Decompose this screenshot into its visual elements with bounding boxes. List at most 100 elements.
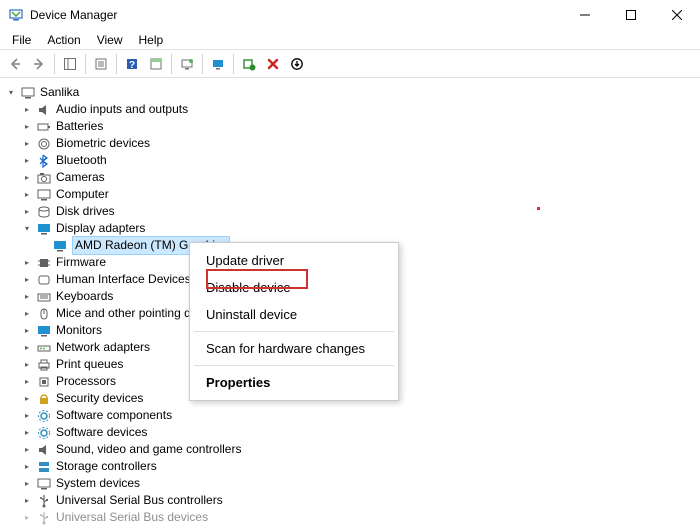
tree-category-3[interactable]: ▸Bluetooth [4,152,696,169]
expand-collapse-icon[interactable]: ▸ [20,443,34,457]
menu-help[interactable]: Help [131,31,172,49]
context-menu-item-6[interactable]: Properties [190,369,398,396]
expand-collapse-icon[interactable]: ▸ [20,171,34,185]
tree-item-label: Disk drives [56,203,115,220]
tree-category-1[interactable]: ▸ Batteries [4,118,696,135]
gear-icon [36,425,52,441]
show-hide-tree-button[interactable] [59,53,81,75]
maximize-button[interactable] [608,0,654,30]
update-driver-button[interactable] [207,53,229,75]
disable-button[interactable] [262,53,284,75]
scan-hardware-button[interactable] [176,53,198,75]
context-menu-separator [194,365,394,366]
expand-collapse-icon[interactable]: ▸ [20,137,34,151]
svg-text:?: ? [129,60,135,71]
tree-category-22[interactable]: ▸Universal Serial Bus controllers [4,492,696,509]
tree-category-19[interactable]: ▸ Sound, video and game controllers [4,441,696,458]
window-title: Device Manager [30,8,562,22]
tree-item-label: Computer [56,186,109,203]
tree-category-23[interactable]: ▸ Universal Serial Bus devices [4,509,696,526]
properties-button[interactable] [90,53,112,75]
expand-collapse-icon[interactable]: ▸ [20,324,34,338]
printer-icon [36,357,52,373]
expand-collapse-icon[interactable]: ▸ [20,154,34,168]
expand-collapse-icon[interactable]: ▸ [20,494,34,508]
close-button[interactable] [654,0,700,30]
tree-item-label: Sound, video and game controllers [56,441,241,458]
annotation-dot [537,207,540,210]
expand-collapse-icon[interactable]: ▾ [20,222,34,236]
back-button[interactable] [4,53,26,75]
tree-item-label: Audio inputs and outputs [56,101,188,118]
tree-item-label: Batteries [56,118,103,135]
tree-item-label: Monitors [56,322,102,339]
tree-category-18[interactable]: ▸ Software devices [4,424,696,441]
forward-button[interactable] [28,53,50,75]
usb-icon [36,510,52,526]
tree-category-0[interactable]: ▸ Audio inputs and outputs [4,101,696,118]
enable-button[interactable] [286,53,308,75]
context-menu-separator [194,331,394,332]
tree-item-label: Keyboards [56,288,113,305]
tree-item-label: Software devices [56,424,147,441]
tree-item-label: Sanlika [40,84,79,101]
expand-collapse-icon[interactable]: ▸ [20,307,34,321]
tree-category-21[interactable]: ▸System devices [4,475,696,492]
menu-file[interactable]: File [4,31,39,49]
expand-collapse-icon[interactable]: ▸ [20,426,34,440]
hid-icon [36,272,52,288]
tree-root[interactable]: ▾ Sanlika [4,84,696,101]
view-button[interactable] [145,53,167,75]
tree-category-20[interactable]: ▸Storage controllers [4,458,696,475]
expand-collapse-icon[interactable]: ▸ [20,256,34,270]
menu-view[interactable]: View [89,31,131,49]
context-menu-item-0[interactable]: Update driver [190,247,398,274]
context-menu-item-2[interactable]: Uninstall device [190,301,398,328]
context-menu-item-4[interactable]: Scan for hardware changes [190,335,398,362]
chip-icon [36,255,52,271]
tree-category-2[interactable]: ▸Biometric devices [4,135,696,152]
tree-category-4[interactable]: ▸Cameras [4,169,696,186]
uninstall-button[interactable] [238,53,260,75]
tree-item-label: Universal Serial Bus devices [56,509,208,526]
context-menu-item-1[interactable]: Disable device [190,274,398,301]
tree-item-label: Network adapters [56,339,150,356]
expand-collapse-icon[interactable]: ▸ [20,409,34,423]
tree-item-label: Firmware [56,254,106,271]
tree-category-5[interactable]: ▸ Computer [4,186,696,203]
expand-collapse-icon[interactable]: ▸ [20,290,34,304]
tree-category-6[interactable]: ▸ Disk drives [4,203,696,220]
expand-collapse-icon[interactable]: ▾ [4,86,18,100]
expand-collapse-icon[interactable]: ▸ [20,341,34,355]
fingerprint-icon [36,136,52,152]
expand-collapse-icon[interactable]: ▸ [20,358,34,372]
toolbar: ? [0,50,700,78]
expand-collapse-icon[interactable]: ▸ [20,120,34,134]
expand-collapse-icon[interactable]: ▸ [20,273,34,287]
keyboard-icon [36,289,52,305]
expand-collapse-icon[interactable]: ▸ [20,460,34,474]
tree-category-7[interactable]: ▾Display adapters [4,220,696,237]
titlebar: Device Manager [0,0,700,30]
expand-collapse-icon[interactable]: ▸ [20,205,34,219]
expand-collapse-icon[interactable]: ▸ [20,375,34,389]
expand-collapse-icon[interactable] [36,239,50,253]
speaker-icon [36,442,52,458]
tree-item-label: Security devices [56,390,143,407]
help-button[interactable]: ? [121,53,143,75]
speaker-icon [36,102,52,118]
expand-collapse-icon[interactable]: ▸ [20,103,34,117]
menu-action[interactable]: Action [39,31,88,49]
tree-item-label: Mice and other pointing de [56,305,197,322]
expand-collapse-icon[interactable]: ▸ [20,511,34,525]
battery-icon [36,119,52,135]
minimize-button[interactable] [562,0,608,30]
expand-collapse-icon[interactable]: ▸ [20,392,34,406]
computer-icon [20,85,36,101]
expand-collapse-icon[interactable]: ▸ [20,188,34,202]
computer-icon [36,187,52,203]
context-menu: Update driverDisable deviceUninstall dev… [189,242,399,401]
tree-category-17[interactable]: ▸Software components [4,407,696,424]
expand-collapse-icon[interactable]: ▸ [20,477,34,491]
network-icon [36,340,52,356]
